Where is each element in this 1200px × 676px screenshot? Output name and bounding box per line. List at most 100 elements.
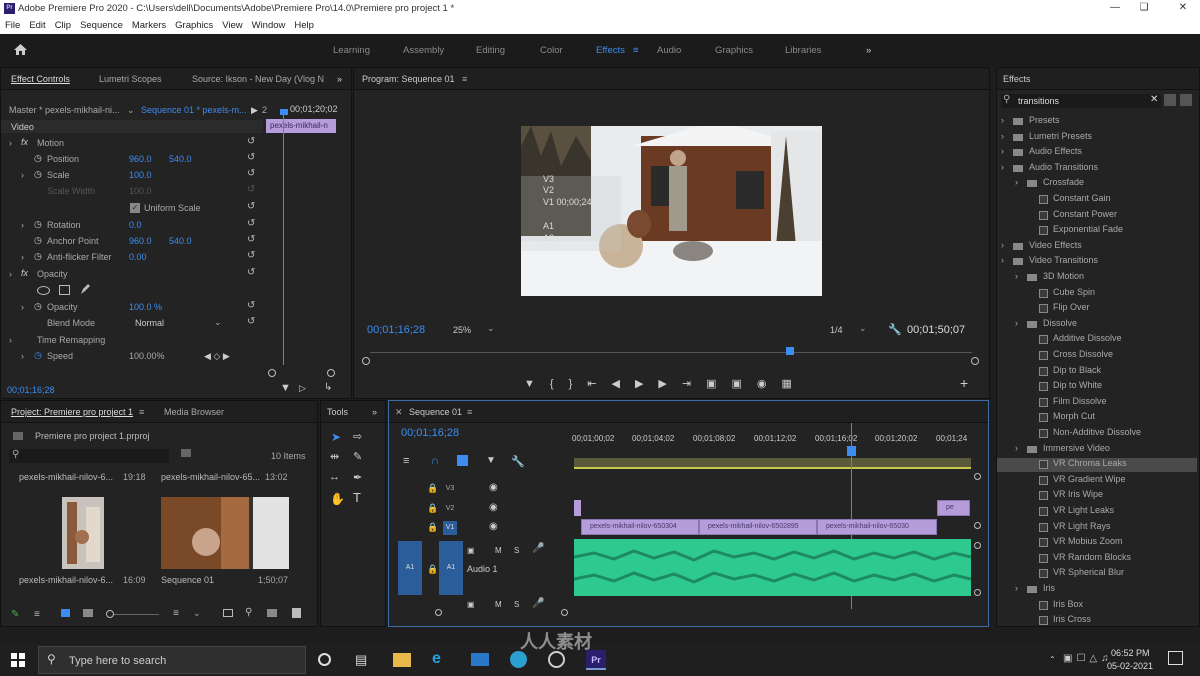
hand-tool-icon[interactable]: ✋ bbox=[330, 492, 345, 506]
accelerated-effects-icon[interactable] bbox=[1164, 94, 1176, 106]
play-only-icon[interactable]: ▷ bbox=[299, 383, 306, 394]
razor-tool-icon[interactable]: ✎ bbox=[353, 450, 362, 463]
effect-item[interactable]: Non-Additive Dissolve bbox=[997, 427, 1197, 441]
chevron-down-icon[interactable]: ⌄ bbox=[487, 323, 495, 334]
expand-time-remap-icon[interactable]: › bbox=[9, 335, 12, 349]
reset-position-icon[interactable]: ↺ bbox=[247, 152, 255, 166]
lock-icon[interactable]: 🔒 bbox=[427, 522, 438, 533]
wrench-icon[interactable]: 🔧 bbox=[888, 323, 902, 336]
chevron-right-icon[interactable]: › bbox=[1001, 131, 1004, 141]
effect-controls-timecode[interactable]: 00;01;16;28 bbox=[7, 385, 55, 395]
project-menu-icon[interactable]: ≡ bbox=[139, 407, 144, 417]
zoom-handle-icon[interactable] bbox=[362, 357, 370, 365]
menu-window[interactable]: Window bbox=[252, 20, 286, 31]
uniform-scale-checkbox[interactable]: ✓ bbox=[130, 203, 140, 213]
effect-item[interactable]: VR Chroma Leaks bbox=[997, 458, 1197, 473]
taskbar-search-input[interactable]: ⚲ Type here to search bbox=[38, 646, 306, 674]
effects-folder[interactable]: › Video Transitions bbox=[997, 255, 1197, 269]
program-monitor-title[interactable]: Program: Sequence 01 bbox=[362, 74, 455, 84]
effect-item[interactable]: Cross Dissolve bbox=[997, 349, 1197, 363]
effect-item[interactable]: Exponential Fade bbox=[997, 224, 1197, 238]
effect-item[interactable]: Morph Cut bbox=[997, 411, 1197, 425]
go-to-in-icon[interactable]: ⇤ bbox=[587, 378, 611, 390]
wrench-icon[interactable]: 🔧 bbox=[511, 455, 525, 468]
tab-media-browser[interactable]: Media Browser bbox=[164, 407, 224, 417]
chevron-right-icon[interactable]: › bbox=[1001, 146, 1004, 156]
system-tray-icons[interactable]: ▣☐△♫ bbox=[1063, 653, 1113, 664]
effect-item[interactable]: VR Random Blocks bbox=[997, 552, 1197, 566]
program-playhead-icon[interactable] bbox=[786, 347, 794, 355]
internet-explorer-icon[interactable]: e bbox=[432, 650, 441, 668]
zoom-handle-icon[interactable] bbox=[971, 357, 979, 365]
new-item-icon[interactable] bbox=[292, 608, 301, 618]
reset-motion-icon[interactable]: ↺ bbox=[247, 136, 255, 150]
expand-scale-icon[interactable]: › bbox=[21, 170, 24, 184]
position-y-value[interactable]: 540.0 bbox=[169, 154, 192, 168]
mute-button[interactable]: M bbox=[495, 600, 502, 609]
position-x-value[interactable]: 960.0 bbox=[129, 154, 152, 168]
effect-item[interactable]: Iris Cross bbox=[997, 614, 1197, 628]
tab-lumetri-scopes[interactable]: Lumetri Scopes bbox=[99, 74, 162, 84]
play-arrow-icon[interactable]: ▶ bbox=[251, 105, 258, 119]
effect-item[interactable]: Constant Power bbox=[997, 209, 1197, 223]
chevron-right-icon[interactable]: › bbox=[1015, 271, 1018, 281]
timeline-timecode[interactable]: 00;01;16;28 bbox=[401, 427, 459, 439]
program-time-ruler[interactable] bbox=[370, 352, 972, 353]
chevron-down-icon[interactable]: ⌄ bbox=[214, 317, 222, 331]
scroll-handle-icon[interactable] bbox=[561, 609, 568, 616]
camera-icon[interactable]: ◉ bbox=[757, 378, 782, 390]
effects-search-input[interactable]: ⚲ transitions ✕ bbox=[1001, 94, 1161, 108]
antiflicker-value[interactable]: 0.00 bbox=[129, 252, 147, 266]
task-view-icon[interactable]: ▤ bbox=[355, 652, 367, 668]
tab-source[interactable]: Source: Ikson - New Day (Vlog N bbox=[192, 74, 324, 84]
workspace-assembly[interactable]: Assembly bbox=[403, 45, 444, 56]
fx-badge-icon[interactable]: fx bbox=[21, 268, 28, 282]
tray-chevron-icon[interactable]: ⌃ bbox=[1049, 655, 1056, 664]
work-area-bar[interactable] bbox=[574, 458, 971, 469]
mark-in-icon[interactable]: { bbox=[550, 378, 569, 390]
ellipse-mask-icon[interactable] bbox=[37, 286, 50, 295]
menu-view[interactable]: View bbox=[222, 20, 242, 31]
reset-uniform-icon[interactable]: ↺ bbox=[247, 201, 255, 215]
program-timecode[interactable]: 00;01;16;28 bbox=[367, 324, 425, 336]
stopwatch-icon[interactable]: ◷ bbox=[34, 301, 42, 315]
track-select-tool-icon[interactable]: ⇨ bbox=[353, 430, 362, 443]
freeform-view-icon[interactable] bbox=[83, 609, 93, 617]
effect-item[interactable]: VR Gradient Wipe bbox=[997, 474, 1197, 488]
menu-edit[interactable]: Edit bbox=[29, 20, 45, 31]
timeline-title[interactable]: Sequence 01 bbox=[409, 407, 462, 417]
workspace-editing[interactable]: Editing bbox=[476, 45, 505, 56]
file-explorer-icon[interactable] bbox=[393, 653, 411, 667]
workspace-color[interactable]: Color bbox=[540, 45, 563, 56]
clock-date[interactable]: 05-02-2021 bbox=[1107, 661, 1153, 671]
workspace-learning[interactable]: Learning bbox=[333, 45, 370, 56]
chevron-right-icon[interactable]: › bbox=[1001, 255, 1004, 265]
type-tool-icon[interactable]: T bbox=[353, 490, 361, 505]
effect-item[interactable]: Iris Box bbox=[997, 599, 1197, 613]
menu-file[interactable]: File bbox=[5, 20, 20, 31]
chevron-right-icon[interactable]: › bbox=[1001, 240, 1004, 250]
compare-icon[interactable]: ▦ bbox=[782, 378, 807, 390]
selection-tool-icon[interactable]: ➤ bbox=[331, 430, 341, 444]
reset-rotation-icon[interactable]: ↺ bbox=[247, 218, 255, 232]
lock-icon[interactable]: 🔒 bbox=[427, 503, 438, 514]
add-marker-icon[interactable]: ▼ bbox=[486, 455, 496, 466]
mini-clip[interactable]: pexels-mikhail-n bbox=[266, 119, 336, 133]
reset-opacity-prop-icon[interactable]: ↺ bbox=[247, 300, 255, 314]
effects-folder[interactable]: › Dissolve bbox=[997, 318, 1197, 332]
source-a1[interactable]: A1 bbox=[398, 541, 422, 595]
track-a1[interactable]: A1 bbox=[439, 541, 463, 595]
automate-icon[interactable] bbox=[223, 609, 233, 617]
clip-thumbnail[interactable] bbox=[161, 497, 289, 569]
expand-antiflicker-icon[interactable]: › bbox=[21, 252, 24, 266]
blend-mode-select[interactable]: Normal bbox=[135, 318, 164, 332]
panel-overflow-icon[interactable]: » bbox=[372, 407, 377, 417]
timeline-clip-v1[interactable]: pexels-mikhail-nilov-6502895 bbox=[699, 519, 817, 535]
project-search-input[interactable]: ⚲ bbox=[9, 449, 169, 463]
track-scroll-icon[interactable] bbox=[974, 542, 981, 549]
windows-start-icon[interactable] bbox=[11, 653, 25, 667]
marker-icon[interactable]: ▼ bbox=[524, 378, 550, 390]
lock-icon[interactable]: 🔒 bbox=[427, 483, 438, 494]
ripple-edit-tool-icon[interactable]: ⇹ bbox=[330, 450, 339, 463]
close-tab-icon[interactable]: ✕ bbox=[395, 407, 403, 418]
